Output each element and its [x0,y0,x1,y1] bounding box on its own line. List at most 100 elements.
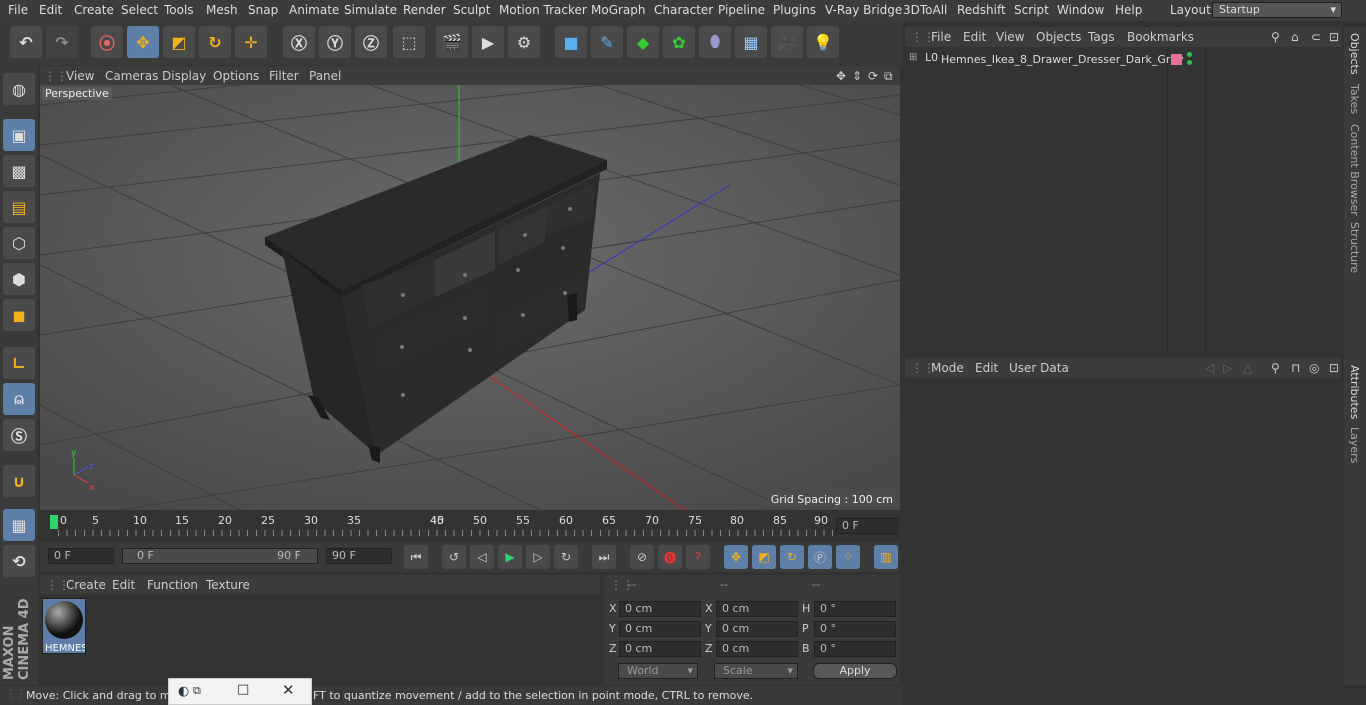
previous-frame-button[interactable]: ◁ [470,545,494,569]
orbit-icon[interactable]: ⟳ [868,69,878,83]
texture-mode-button[interactable]: ▩ [3,155,35,187]
mat-menu-edit[interactable]: Edit [112,578,135,592]
previous-key-button[interactable]: ↺ [442,545,466,569]
z-axis-button[interactable]: Ⓩ [355,26,387,58]
rotation-p-field[interactable]: 0 ° [814,621,896,637]
link-icon[interactable]: ⊂ [1311,30,1321,44]
end-frame-field[interactable]: 90 F [326,548,392,564]
vp-menu-filter[interactable]: Filter [269,69,299,83]
deformer-button[interactable]: ⬮ [699,26,731,58]
x-axis-button[interactable]: Ⓧ [283,26,315,58]
live-selection-button[interactable]: ⦿ [91,26,123,58]
mat-menu-function[interactable]: Function [147,578,198,592]
key-scale-button[interactable]: ◩ [752,545,776,569]
menu-mesh[interactable]: Mesh [206,3,238,17]
playhead-marker[interactable] [50,515,58,529]
menu-create[interactable]: Create [74,3,114,17]
key-rotation-button[interactable]: ↻ [780,545,804,569]
pen-button[interactable]: ✎ [591,26,623,58]
tab-objects[interactable]: Objects [1348,33,1361,75]
rotate-tool-button[interactable]: ↻ [199,26,231,58]
tab-attributes[interactable]: Attributes [1348,365,1361,419]
attr-menu-edit[interactable]: Edit [975,361,998,375]
snap-button[interactable]: ∪ [3,465,35,497]
cloner-button[interactable]: ✿ [663,26,695,58]
obj-menu-view[interactable]: View [996,30,1024,44]
menu-script[interactable]: Script [1014,3,1049,17]
scale-tool-button[interactable]: ◩ [163,26,195,58]
lock-workplane-button[interactable]: ▦ [3,509,35,541]
close-icon[interactable]: ✕ [282,681,295,699]
current-frame-field[interactable]: 0 F [836,518,898,534]
position-x-field[interactable]: 0 cm [619,601,701,617]
points-mode-button[interactable]: ⬡ [3,227,35,259]
new-panel-icon[interactable]: ⊡ [1329,30,1339,44]
menu-vray-bridge[interactable]: V-Ray Bridge [825,3,902,17]
vp-menu-cameras[interactable]: Cameras [105,69,158,83]
tab-takes[interactable]: Takes [1348,84,1361,114]
undo-button[interactable]: ↶ [10,26,42,58]
perspective-viewport[interactable]: y z x Perspective Grid Spacing : 100 cm [40,85,900,510]
autokey-button[interactable]: ? [686,545,710,569]
layout-select[interactable]: Startup ▾ [1212,2,1342,18]
apply-button[interactable]: Apply [813,663,897,679]
timeline-window-button[interactable]: ▥ [874,545,898,569]
tab-structure[interactable]: Structure [1348,222,1361,273]
model-mode-button[interactable]: ▣ [3,119,35,151]
menu-pipeline[interactable]: Pipeline [718,3,765,17]
obj-menu-bookmarks[interactable]: Bookmarks [1127,30,1194,44]
menu-redshift[interactable]: Redshift [957,3,1006,17]
play-button[interactable]: ▶ [498,545,522,569]
object-row[interactable]: ⊞ L0 Hemnes_Ikea_8_Drawer_Dresser_Dark_G… [905,49,1341,69]
vp-menu-display[interactable]: Display [162,69,206,83]
coordinate-system-button[interactable]: ⬚ [393,26,425,58]
camera-button[interactable]: 🎥 [771,26,803,58]
restore-icon[interactable]: ⧉ [193,684,201,698]
key-parameter-button[interactable]: Ⓟ [808,545,832,569]
menu-simulate[interactable]: Simulate [344,3,397,17]
menu-edit[interactable]: Edit [39,3,62,17]
layer-color-tag[interactable] [1171,54,1182,65]
size-x-field[interactable]: 0 cm [716,601,798,617]
tab-layers[interactable]: Layers [1348,427,1361,463]
subdivision-button[interactable]: ◆ [627,26,659,58]
maximize-icon[interactable]: □ [237,682,249,697]
new-panel-icon[interactable]: ⊡ [1329,361,1339,375]
render-picture-viewer-button[interactable]: ▶ [472,26,504,58]
object-name[interactable]: Hemnes_Ikea_8_Drawer_Dresser_Dark_Gray [941,53,1184,66]
menu-render[interactable]: Render [403,3,446,17]
vp-menu-view[interactable]: View [66,69,94,83]
scale-select[interactable]: Scale ▾ [714,663,798,679]
pan-icon[interactable]: ✥ [836,69,846,83]
menu-character[interactable]: Character [654,3,713,17]
editor-visibility-dot[interactable] [1187,52,1192,57]
menu-sculpt[interactable]: Sculpt [453,3,490,17]
target-icon[interactable]: ◎ [1309,361,1319,375]
world-select[interactable]: World ▾ [618,663,698,679]
key-pla-button[interactable]: ⁘ [836,545,860,569]
move-tool-button[interactable]: ✥ [127,26,159,58]
expand-icon[interactable]: ⊞ [909,52,917,63]
maximize-icon[interactable]: ⧉ [884,69,893,84]
workplane-mode-button[interactable]: ▤ [3,191,35,223]
forward-arrow-icon[interactable]: ▷ [1223,361,1232,375]
menu-3dtoall[interactable]: 3DToAll [903,3,947,17]
back-arrow-icon[interactable]: ◁ [1205,361,1214,375]
menu-snap[interactable]: Snap [248,3,278,17]
dolly-icon[interactable]: ⇕ [852,69,862,83]
mat-menu-texture[interactable]: Texture [206,578,250,592]
size-z-field[interactable]: 0 cm [716,641,798,657]
menu-mograph[interactable]: MoGraph [591,3,646,17]
menu-select[interactable]: Select [121,3,158,17]
go-to-end-button[interactable]: ⏭ [592,545,616,569]
tweak-mode-button[interactable]: ⍝ [3,383,35,415]
make-editable-button[interactable]: ◍ [3,73,35,105]
workplane-align-button[interactable]: ⟲ [3,545,35,577]
edges-mode-button[interactable]: ⬢ [3,263,35,295]
light-button[interactable]: 💡 [807,26,839,58]
vp-menu-options[interactable]: Options [213,69,259,83]
polygons-mode-button[interactable]: ◼ [3,299,35,331]
redo-button[interactable]: ↷ [46,26,78,58]
menu-animate[interactable]: Animate [289,3,339,17]
render-visibility-dot[interactable] [1187,60,1192,65]
